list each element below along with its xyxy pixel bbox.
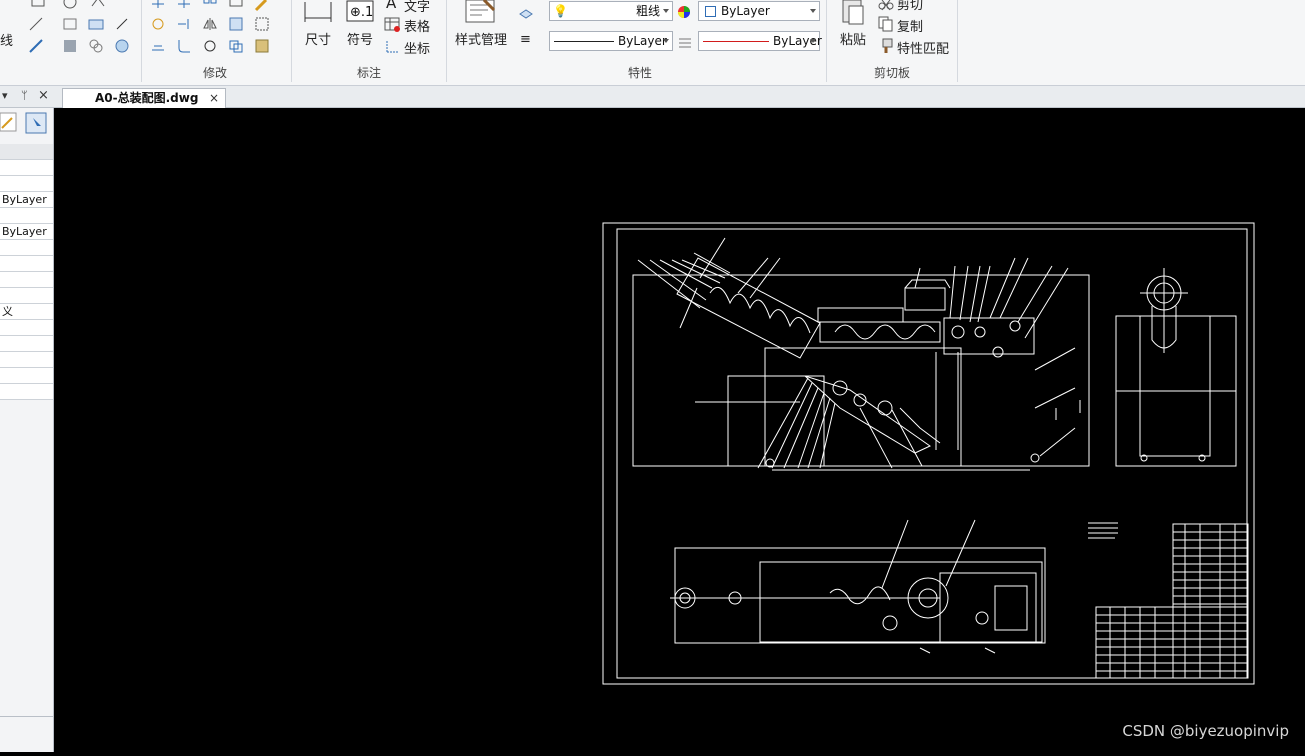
table-label[interactable]: 表格	[404, 16, 430, 35]
tab-drawing[interactable]: A0-总装配图.dwg ×	[62, 88, 226, 108]
cad-drawing	[602, 222, 1255, 685]
pick-icon[interactable]	[114, 16, 130, 32]
dimension-icon[interactable]	[304, 0, 332, 26]
coordinate-label[interactable]: 坐标	[404, 38, 430, 57]
lineweight2-select[interactable]: ByLayer	[698, 31, 822, 51]
select-objects-icon[interactable]	[25, 112, 47, 134]
lineweight-icon[interactable]	[677, 34, 693, 50]
fillet-icon[interactable]	[176, 38, 192, 54]
paste-label[interactable]: 粘贴	[840, 29, 866, 48]
circle-icon[interactable]	[62, 0, 78, 16]
technical-notes	[1088, 522, 1118, 539]
group-icon[interactable]	[88, 38, 104, 54]
ribbon: 线 修改 尺寸 ⊕.1 符号 A 文字 表格 坐标 标注 样式管理 ≡ 💡 粗线	[0, 0, 1305, 86]
lineweight-menu-icon[interactable]: ≡	[520, 32, 531, 47]
coordinate-icon[interactable]	[384, 38, 400, 54]
symbol-label[interactable]: 符号	[347, 29, 373, 48]
stretch-icon[interactable]	[228, 16, 244, 32]
linetype-select[interactable]: ByLayer	[549, 31, 673, 51]
side-view	[1115, 268, 1237, 467]
scissors-icon[interactable]	[878, 0, 894, 16]
edit-hatch-icon[interactable]	[254, 38, 270, 54]
color-wheel-icon[interactable]	[676, 4, 692, 20]
plan-view	[670, 519, 1046, 654]
sheet-inner-border	[616, 228, 1248, 679]
arc-icon[interactable]	[90, 0, 106, 16]
pin-icon[interactable]: ᛘ	[21, 89, 28, 102]
ray-icon[interactable]	[28, 38, 44, 54]
extend-icon[interactable]	[176, 16, 192, 32]
style-manager-icon[interactable]	[464, 0, 498, 26]
svg-text:⊕.1: ⊕.1	[350, 5, 373, 20]
panel-close-icon[interactable]: ×	[38, 88, 49, 103]
paste-icon[interactable]	[840, 0, 866, 26]
prop-def[interactable]: 义	[0, 304, 53, 320]
match-properties-label[interactable]: 特性匹配	[897, 38, 949, 57]
array-icon[interactable]	[202, 0, 218, 16]
offset-icon[interactable]	[150, 38, 166, 54]
hatch-icon[interactable]	[62, 38, 78, 54]
table-icon[interactable]	[384, 16, 400, 32]
refresh-icon[interactable]	[202, 38, 218, 54]
quick-select-icon[interactable]	[0, 112, 18, 132]
block-icon[interactable]	[88, 16, 104, 32]
main-elevation-view	[632, 237, 1090, 471]
watermark: CSDN @biyezuopinvip	[1122, 722, 1289, 740]
layer-icon[interactable]	[518, 4, 534, 20]
group-label-properties: 特性	[627, 66, 652, 80]
dimension-label[interactable]: 尺寸	[305, 29, 331, 48]
copy-label[interactable]: 复制	[897, 16, 923, 35]
move-icon[interactable]	[150, 0, 166, 16]
rectangle-icon[interactable]	[30, 0, 46, 16]
region-icon[interactable]	[62, 16, 78, 32]
group-label-annotate: 标注	[356, 66, 381, 80]
panel-menu-icon[interactable]: ▾	[2, 89, 8, 102]
group-label-clipboard: 剪切板	[873, 66, 910, 80]
title-block	[1095, 523, 1249, 679]
text-label[interactable]: 文字	[404, 0, 430, 15]
line-icon[interactable]	[28, 16, 44, 32]
copy-array-icon[interactable]	[228, 38, 244, 54]
drawing-canvas[interactable]: CSDN @biyezuopinvip	[60, 108, 1305, 752]
style-manager-label[interactable]: 样式管理	[455, 29, 507, 48]
wipeout-icon[interactable]	[114, 38, 130, 54]
mirror-icon[interactable]	[202, 16, 218, 32]
symbol-icon[interactable]: ⊕.1	[346, 0, 374, 24]
bulb-icon: 💡	[553, 4, 568, 18]
rotate-icon[interactable]	[150, 16, 166, 32]
group-label-modify: 修改	[202, 66, 227, 80]
color-swatch-icon	[705, 6, 716, 17]
tab-title: A0-总装配图.dwg	[95, 91, 199, 105]
tab-close-icon[interactable]: ×	[209, 89, 219, 108]
trim-icon[interactable]	[176, 0, 192, 16]
scale-icon[interactable]	[228, 0, 244, 16]
prop-linetype[interactable]: ByLayer	[0, 224, 53, 240]
color-select[interactable]: ByLayer	[698, 1, 820, 21]
properties-panel: ByLayer ByLayer 义	[0, 108, 54, 752]
boundary-icon[interactable]	[254, 16, 270, 32]
match-properties-icon[interactable]	[878, 38, 894, 54]
copy-icon[interactable]	[878, 16, 894, 32]
lineweight-select[interactable]: 💡 粗线	[549, 1, 673, 21]
prop-color[interactable]: ByLayer	[0, 192, 53, 208]
text-a-icon[interactable]: A	[386, 0, 396, 12]
polyline-label[interactable]: 线	[0, 30, 13, 49]
cut-label[interactable]: 剪切	[897, 0, 923, 13]
pencil-icon[interactable]	[254, 0, 270, 16]
